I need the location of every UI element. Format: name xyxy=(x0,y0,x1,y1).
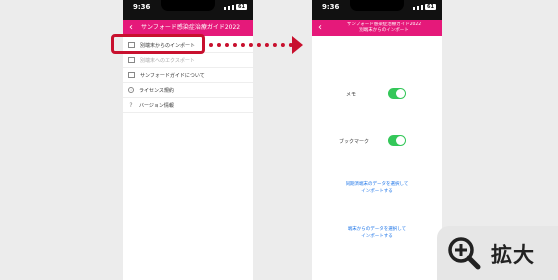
notch xyxy=(350,0,404,11)
status-icons: 61 xyxy=(224,4,247,10)
menu-item-about[interactable]: サンフォードガイドについて xyxy=(123,68,253,83)
menu-item-label: バージョン情報 xyxy=(139,102,174,109)
arrow-head-icon xyxy=(292,36,303,54)
link-line1: 端末からのデータを選択して xyxy=(347,227,407,232)
right-phone-screen: 9:36 61 ‹ サンフォード感染症治療ガイド2022 別端末からのインポート… xyxy=(312,0,442,280)
bookmark-label: ブックマーク xyxy=(339,139,370,145)
status-bar: 9:36 61 xyxy=(123,0,253,20)
book-icon xyxy=(128,72,135,78)
page-title-line2: 別端末からのインポート xyxy=(359,27,409,33)
toggle-knob xyxy=(396,89,405,98)
menu-item-label: ライセンス規約 xyxy=(139,87,174,94)
zoom-label: 拡大 xyxy=(491,243,535,267)
question-icon: ? xyxy=(129,101,133,109)
battery-icon: 61 xyxy=(425,4,436,10)
link-line1: 同期済端末のデータを選択して xyxy=(345,182,409,187)
notch xyxy=(161,0,215,11)
zoom-button[interactable]: 拡大 xyxy=(437,226,558,280)
battery-icon: 61 xyxy=(236,4,247,10)
menu-item-label: 別端末へのエクスポート xyxy=(140,57,195,64)
signal-icon xyxy=(232,5,234,10)
back-button[interactable]: ‹ xyxy=(318,21,322,35)
info-icon: i xyxy=(128,87,134,93)
signal-icon xyxy=(224,7,226,10)
memo-label: メモ xyxy=(346,92,357,98)
memo-toggle[interactable] xyxy=(388,88,406,99)
signal-icon xyxy=(228,6,230,10)
page-title: サンフォード感染症治療ガイド2022 xyxy=(141,24,241,31)
navbar: ‹ サンフォード感染症治療ガイド2022 別端末からのインポート xyxy=(312,20,442,36)
status-time: 9:36 xyxy=(133,3,151,11)
menu-item-export[interactable]: 別端末へのエクスポート xyxy=(123,53,253,68)
toggle-knob xyxy=(396,136,405,145)
import-from-synced-link[interactable]: 同期済端末のデータを選択して インポートする xyxy=(312,181,442,195)
menu-item-license[interactable]: i ライセンス規約 xyxy=(123,83,253,98)
signal-icon xyxy=(417,6,419,10)
signal-icon xyxy=(413,7,415,10)
file-export-icon xyxy=(128,57,135,63)
status-time: 9:36 xyxy=(322,3,340,11)
menu-item-label: サンフォードガイドについて xyxy=(140,72,205,79)
bookmark-toggle[interactable] xyxy=(388,135,406,146)
import-from-device-link[interactable]: 端末からのデータを選択して インポートする xyxy=(312,226,442,240)
status-bar: 9:36 61 xyxy=(312,0,442,20)
status-icons: 61 xyxy=(413,4,436,10)
link-line2: インポートする xyxy=(361,189,393,194)
zoom-in-icon xyxy=(448,237,481,270)
back-button[interactable]: ‹ xyxy=(129,21,133,35)
menu-item-version[interactable]: ? バージョン情報 xyxy=(123,98,253,113)
signal-icon xyxy=(421,5,423,10)
link-line2: インポートする xyxy=(361,234,393,239)
page-title: サンフォード感染症治療ガイド2022 別端末からのインポート xyxy=(330,22,438,33)
highlight-box xyxy=(111,34,205,54)
dotted-arrow xyxy=(209,43,293,47)
